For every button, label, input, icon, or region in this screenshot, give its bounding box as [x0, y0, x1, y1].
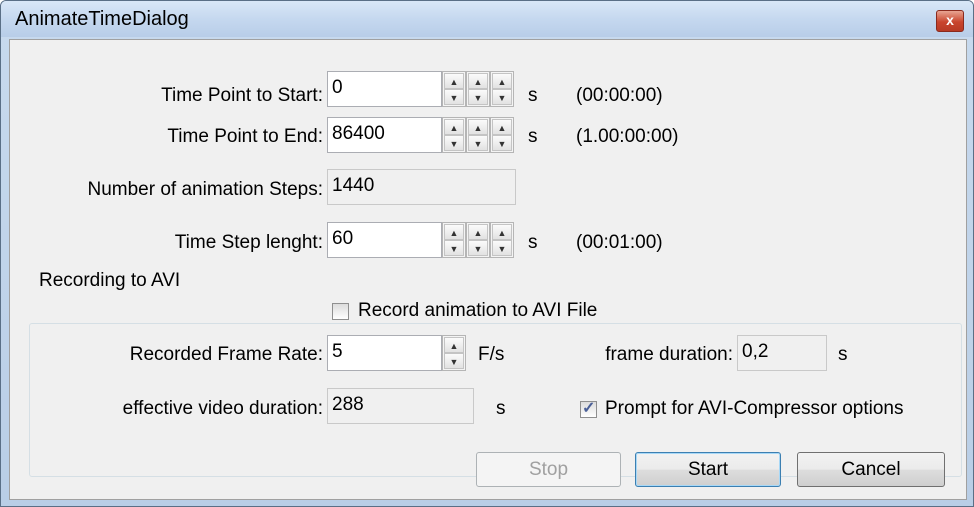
cancel-button[interactable]: Cancel	[797, 452, 945, 487]
start-button[interactable]: Start	[635, 452, 781, 487]
prompt-avi-label[interactable]: Prompt for AVI-Compressor options	[605, 398, 903, 420]
step-length-spinner-3[interactable]: ▲ ▼	[490, 222, 514, 258]
video-duration-label: effective video duration:	[122, 398, 323, 419]
time-start-input[interactable]: 0	[327, 71, 442, 107]
frame-rate-spinner[interactable]: ▲ ▼	[442, 335, 466, 371]
frame-rate-input[interactable]: 5	[327, 335, 442, 371]
frame-rate-unit: F/s	[478, 344, 505, 365]
prompt-avi-checkbox[interactable]: ✓	[580, 400, 597, 418]
recording-group-title: Recording to AVI	[36, 270, 184, 292]
frame-duration-field: 0,2	[737, 335, 827, 371]
steps-field: 1440	[327, 169, 516, 205]
close-icon: x	[946, 12, 954, 28]
spin-up-icon[interactable]: ▲	[492, 119, 512, 135]
time-end-spinner-1[interactable]: ▲ ▼	[442, 117, 466, 153]
spin-down-icon[interactable]: ▼	[492, 240, 512, 256]
frame-duration-label: frame duration:	[605, 344, 733, 365]
stop-button[interactable]: Stop	[476, 452, 621, 487]
frame-rate-label: Recorded Frame Rate:	[129, 344, 323, 365]
time-start-spinner-1[interactable]: ▲ ▼	[442, 71, 466, 107]
time-start-spinner-2[interactable]: ▲ ▼	[466, 71, 490, 107]
time-start-formatted: (00:00:00)	[576, 85, 663, 106]
time-start-spinner-3[interactable]: ▲ ▼	[490, 71, 514, 107]
checkmark-icon: ✓	[582, 400, 596, 417]
step-length-spinner-1[interactable]: ▲ ▼	[442, 222, 466, 258]
video-duration-unit: s	[496, 398, 506, 419]
step-length-unit: s	[528, 232, 538, 253]
time-end-spinner-3[interactable]: ▲ ▼	[490, 117, 514, 153]
spin-down-icon[interactable]: ▼	[444, 240, 464, 256]
record-avi-checkbox[interactable]	[332, 303, 349, 320]
time-end-formatted: (1.00:00:00)	[576, 126, 679, 147]
frame-duration-unit: s	[838, 344, 848, 365]
step-length-formatted: (00:01:00)	[576, 232, 663, 253]
spin-up-icon[interactable]: ▲	[492, 73, 512, 89]
time-end-spinner-2[interactable]: ▲ ▼	[466, 117, 490, 153]
step-length-label: Time Step lenght:	[174, 232, 323, 253]
spin-up-icon[interactable]: ▲	[444, 224, 464, 240]
spin-up-icon[interactable]: ▲	[468, 224, 488, 240]
time-start-unit: s	[528, 85, 538, 106]
time-start-label: Time Point to Start:	[161, 85, 323, 106]
spin-down-icon[interactable]: ▼	[444, 89, 464, 105]
spin-up-icon[interactable]: ▲	[468, 119, 488, 135]
steps-label: Number of animation Steps:	[87, 179, 323, 200]
dialog-client-area: Time Point to Start: 0 ▲ ▼ ▲ ▼ ▲ ▼ s (00:00…	[9, 39, 967, 500]
spin-up-icon[interactable]: ▲	[468, 73, 488, 89]
step-length-input[interactable]: 60	[327, 222, 442, 258]
time-end-label: Time Point to End:	[167, 126, 323, 147]
dialog-window: AnimateTimeDialog x Time Point to Start:…	[0, 0, 974, 507]
spin-down-icon[interactable]: ▼	[468, 135, 488, 151]
spin-down-icon[interactable]: ▼	[444, 135, 464, 151]
spin-down-icon[interactable]: ▼	[468, 89, 488, 105]
spin-down-icon[interactable]: ▼	[492, 135, 512, 151]
record-avi-label[interactable]: Record animation to AVI File	[358, 300, 597, 322]
spin-up-icon[interactable]: ▲	[444, 337, 464, 353]
spin-up-icon[interactable]: ▲	[444, 73, 464, 89]
step-length-spinner-2[interactable]: ▲ ▼	[466, 222, 490, 258]
spin-down-icon[interactable]: ▼	[492, 89, 512, 105]
video-duration-field: 288	[327, 388, 474, 424]
spin-up-icon[interactable]: ▲	[492, 224, 512, 240]
time-end-input[interactable]: 86400	[327, 117, 442, 153]
spin-down-icon[interactable]: ▼	[444, 353, 464, 369]
spin-down-icon[interactable]: ▼	[468, 240, 488, 256]
time-end-unit: s	[528, 126, 538, 147]
window-title: AnimateTimeDialog	[15, 8, 189, 30]
title-bar[interactable]: AnimateTimeDialog x	[1, 1, 973, 37]
spin-up-icon[interactable]: ▲	[444, 119, 464, 135]
close-button[interactable]: x	[936, 10, 964, 32]
